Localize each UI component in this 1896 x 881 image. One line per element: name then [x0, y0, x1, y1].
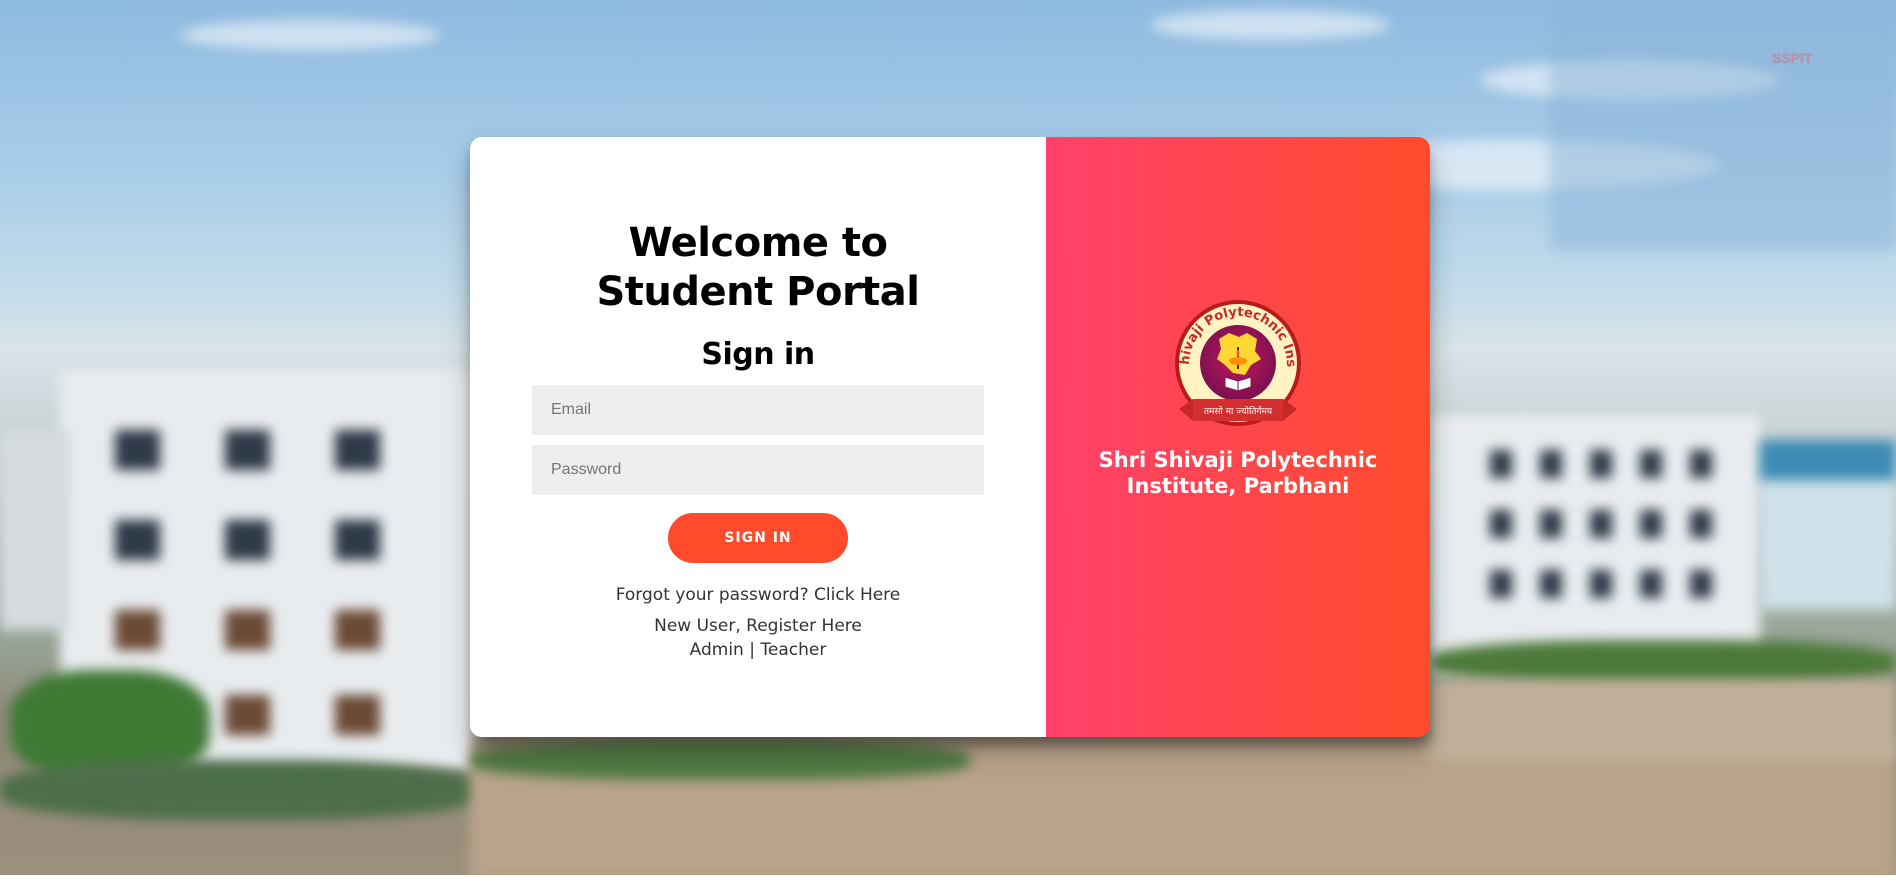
register-link[interactable]: Register Here: [746, 616, 862, 636]
email-field[interactable]: [532, 385, 984, 435]
admin-link[interactable]: Admin: [690, 640, 744, 660]
password-field[interactable]: [532, 445, 984, 495]
signin-button[interactable]: SIGN IN: [668, 513, 848, 563]
role-separator: |: [749, 640, 755, 660]
signin-panel: Welcome to Student Portal Sign in SIGN I…: [470, 137, 1046, 737]
institute-name-line-2: Institute, Parbhani: [1126, 474, 1350, 498]
forgot-password-link[interactable]: Click Here: [814, 585, 900, 605]
forgot-password-row: Forgot your password? Click Here: [616, 585, 901, 605]
brand-panel: Shri Shivaji Polytechnic Institute तमसो …: [1046, 137, 1430, 737]
role-links-row: Admin | Teacher: [690, 640, 827, 660]
title-line-1: Welcome to: [628, 220, 888, 266]
institute-name-line-1: Shri Shivaji Polytechnic: [1098, 448, 1378, 472]
forgot-password-text: Forgot your password?: [615, 585, 809, 605]
new-user-text: New User,: [654, 616, 741, 636]
watermark-text: SSPIT: [1772, 50, 1813, 66]
signin-heading: Sign in: [701, 337, 815, 372]
page-title: Welcome to Student Portal: [548, 219, 968, 317]
institute-logo-icon: Shri Shivaji Polytechnic Institute तमसो …: [1167, 299, 1301, 426]
institute-name: Shri Shivaji Polytechnic Institute, Parb…: [1088, 447, 1388, 499]
svg-text:तमसो मा ज्योतिर्गमय: तमसो मा ज्योतिर्गमय: [1204, 405, 1273, 417]
login-card: Welcome to Student Portal Sign in SIGN I…: [470, 137, 1430, 737]
title-line-2: Student Portal: [596, 269, 920, 315]
register-row: New User, Register Here: [654, 616, 862, 636]
teacher-link[interactable]: Teacher: [760, 640, 826, 660]
